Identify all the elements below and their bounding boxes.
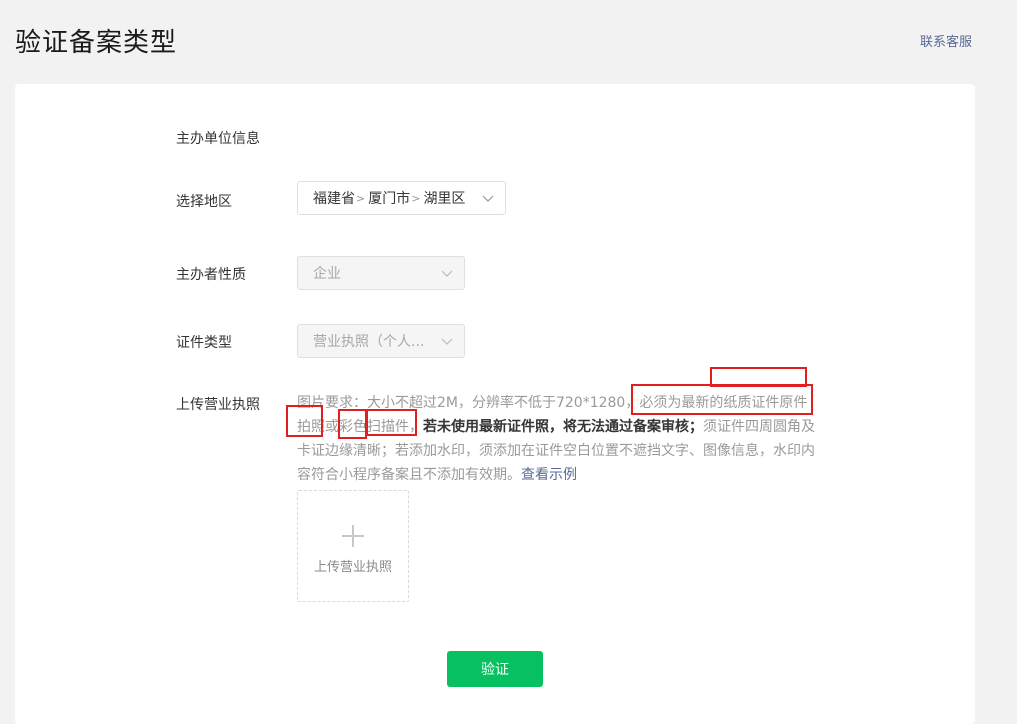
- view-example-link[interactable]: 查看示例: [521, 467, 577, 483]
- contact-support-link[interactable]: 联系客服: [920, 31, 972, 50]
- region-separator: >: [356, 191, 366, 205]
- region-select[interactable]: 福建省 > 厦门市 > 湖里区: [297, 181, 506, 215]
- page-title: 验证备案类型: [15, 28, 178, 58]
- chevron-down-icon: [482, 195, 494, 202]
- license-label: 上传营业执照: [176, 397, 260, 413]
- province-value: 福建省: [313, 191, 355, 207]
- nature-label: 主办者性质: [176, 267, 246, 283]
- license-uploader[interactable]: 上传营业执照: [297, 490, 409, 602]
- upload-label: 上传营业执照: [313, 560, 392, 575]
- district-value: 湖里区: [423, 191, 466, 207]
- region-separator: >: [411, 191, 421, 205]
- cert-type-select[interactable]: 营业执照（个人...: [297, 324, 465, 358]
- plus-icon: [342, 525, 364, 547]
- region-label: 选择地区: [176, 194, 232, 210]
- form-card: 主办单位信息 选择地区 福建省 > 厦门市 > 湖里区 主办者性质 企业 证件类…: [15, 84, 975, 724]
- license-hint: 图片要求：大小不超过2M，分辨率不低于720*1280，必须为最新的纸质证件原件…: [297, 391, 817, 487]
- city-value: 厦门市: [368, 191, 411, 207]
- nature-select[interactable]: 企业: [297, 256, 465, 290]
- hint-warning: 若未使用最新证件照，将无法通过备案审核；: [423, 419, 703, 435]
- cert-type-value: 营业执照（个人...: [313, 334, 425, 350]
- nature-value: 企业: [313, 266, 341, 282]
- verify-button[interactable]: 验证: [447, 651, 543, 687]
- section-title: 主办单位信息: [176, 131, 260, 147]
- chevron-down-icon: [441, 338, 453, 345]
- chevron-down-icon: [441, 270, 453, 277]
- cert-type-label: 证件类型: [176, 335, 232, 351]
